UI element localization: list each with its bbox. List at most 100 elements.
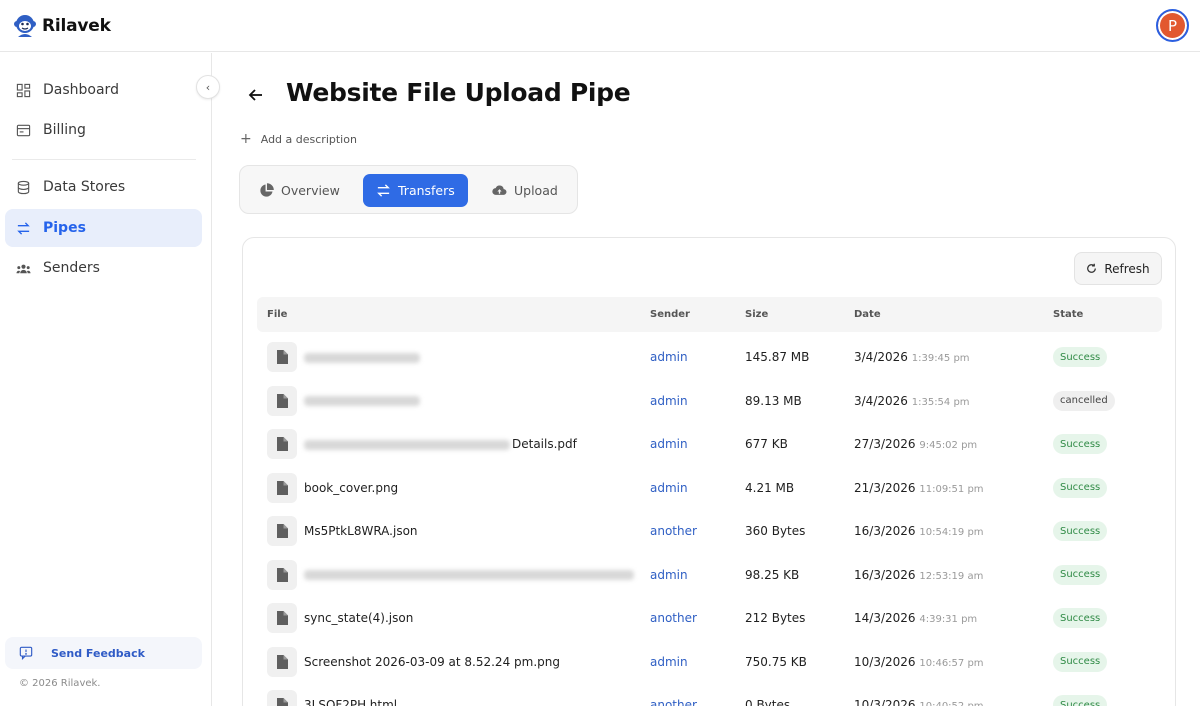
table-row[interactable]: admin 89.13 MB 3/4/2026 1:35:54 pm cancelle…: [257, 380, 1162, 423]
sender-link[interactable]: another: [650, 611, 697, 625]
feedback-icon: [19, 646, 33, 660]
file-size: 360 Bytes: [745, 524, 806, 538]
time-value: 1:39:45 pm: [911, 353, 970, 364]
sidebar: Dashboard Billing Data Stores Pipes Send…: [0, 53, 212, 706]
add-description-button[interactable]: + Add a description: [240, 131, 357, 147]
file-size: 98.25 KB: [745, 567, 800, 582]
sidebar-item-label: Dashboard: [43, 82, 119, 98]
sender-link[interactable]: admin: [650, 655, 688, 669]
table-row[interactable]: admin 145.87 MB 3/4/2026 1:39:45 pm Success: [257, 336, 1162, 379]
status-badge: Success: [1053, 564, 1108, 585]
table-row[interactable]: sync_state(4).json another 212 Bytes 14/3/2…: [257, 597, 1162, 640]
status-badge: Success: [1053, 347, 1108, 367]
column-header-file[interactable]: File: [267, 309, 287, 320]
sidebar-item-label: Data Stores: [43, 179, 126, 195]
collapse-sidebar-button[interactable]: ‹: [196, 75, 220, 99]
file-name-cell[interactable]: Ms5PtkL8WRA.json: [304, 524, 418, 538]
status-badge: Success: [1053, 477, 1108, 498]
file-icon-box: [267, 516, 297, 546]
table-row[interactable]: book_cover.png admin 4.21 MB 21/3/2026 11:0…: [257, 467, 1162, 510]
sidebar-item-dashboard[interactable]: Dashboard: [5, 71, 202, 109]
transfer-date: 16/3/2026 10:54:19 pm: [854, 524, 984, 538]
table-row[interactable]: Ms5PtkL8WRA.json another 360 Bytes 16/3/202…: [257, 510, 1162, 553]
send-feedback-button[interactable]: Send Feedback: [5, 637, 202, 669]
file-icon: [277, 393, 288, 408]
redacted-filename: [304, 439, 510, 450]
file-name-cell[interactable]: Details.pdf: [304, 437, 577, 451]
file-name-cell[interactable]: [304, 394, 422, 408]
database-icon: [17, 180, 30, 194]
sender-link[interactable]: another: [650, 698, 697, 706]
file-name-cell[interactable]: [304, 350, 422, 364]
status-badge: Success: [1053, 608, 1108, 628]
transfers-card: Refresh File Sender Size Date State admi…: [242, 237, 1176, 706]
sender-link[interactable]: another: [650, 524, 697, 538]
user-avatar[interactable]: P: [1156, 9, 1189, 42]
sidebar-item-pipes[interactable]: Pipes: [5, 209, 202, 247]
status-badge: Success: [1053, 434, 1108, 454]
column-header-size[interactable]: Size: [745, 309, 768, 320]
table-row[interactable]: 3LSQF2PH.html another 0 Bytes 10/3/2026 10:…: [257, 684, 1162, 706]
date-value: 3/4/2026: [854, 393, 908, 408]
sender-link[interactable]: admin: [650, 568, 688, 582]
file-icon-box: [267, 603, 297, 633]
add-description-label: Add a description: [260, 132, 357, 146]
file-name-cell[interactable]: book_cover.png: [304, 481, 398, 495]
redacted-filename: [304, 396, 420, 406]
sidebar-item-label: Senders: [43, 260, 100, 276]
sender-link[interactable]: admin: [650, 394, 688, 408]
file-name: 3LSQF2PH.html: [304, 698, 398, 706]
avatar-letter: P: [1167, 16, 1178, 35]
file-icon-box: [267, 342, 297, 372]
file-icon-box: [267, 559, 297, 590]
chevron-left-icon: ‹: [205, 80, 211, 94]
file-name: sync_state(4).json: [304, 611, 414, 625]
transfer-date: 16/3/2026 12:53:19 am: [854, 568, 983, 582]
sidebar-divider: [12, 159, 196, 160]
tab-upload[interactable]: Upload: [479, 174, 571, 207]
file-icon: [277, 480, 288, 495]
sender-link[interactable]: admin: [650, 437, 688, 451]
monkey-logo-icon: [14, 15, 36, 37]
date-value: 27/3/2026: [854, 437, 916, 451]
sidebar-item-label: Pipes: [43, 220, 86, 236]
time-value: 10:54:19 pm: [919, 527, 984, 538]
refresh-button[interactable]: Refresh: [1074, 252, 1162, 285]
time-value: 1:35:54 pm: [911, 396, 970, 408]
column-header-state[interactable]: State: [1053, 309, 1083, 320]
back-button[interactable]: [245, 84, 267, 106]
time-value: 10:46:57 pm: [919, 657, 984, 669]
arrow-left-icon: [248, 89, 262, 101]
file-icon: [277, 611, 288, 625]
file-name-cell[interactable]: [304, 568, 636, 582]
table-row[interactable]: admin 98.25 KB 16/3/2026 12:53:19 am Succes…: [257, 554, 1162, 597]
file-name-cell[interactable]: Screenshot 2026-03-09 at 8.52.24 pm.png: [304, 655, 560, 669]
time-value: 10:40:52 pm: [919, 701, 983, 706]
table-row[interactable]: Details.pdf admin 677 KB 27/3/2026 9:45:02 …: [257, 423, 1162, 466]
sidebar-item-senders[interactable]: Senders: [5, 249, 202, 287]
column-header-sender[interactable]: Sender: [650, 309, 690, 320]
date-value: 3/4/2026: [854, 350, 908, 364]
file-icon-box: [267, 429, 297, 459]
file-name-cell[interactable]: sync_state(4).json: [304, 611, 413, 625]
pie-chart-icon: [260, 183, 274, 197]
file-icon: [277, 698, 288, 706]
tab-transfers[interactable]: Transfers: [363, 174, 468, 207]
file-size: 212 Bytes: [745, 611, 806, 625]
table-row[interactable]: Screenshot 2026-03-09 at 8.52.24 pm.png a…: [257, 641, 1162, 684]
sidebar-item-data-stores[interactable]: Data Stores: [5, 168, 202, 206]
status-badge: Success: [1053, 521, 1108, 541]
sender-link[interactable]: admin: [650, 350, 688, 364]
column-header-date[interactable]: Date: [854, 309, 881, 320]
copyright-text: © 2026 Rilavek.: [19, 678, 101, 689]
transfer-date: 21/3/2026 11:09:51 pm: [854, 481, 984, 495]
status-badge: Success: [1053, 651, 1108, 672]
brand[interactable]: Rilavek: [14, 13, 111, 39]
status-badge: Success: [1053, 695, 1108, 706]
file-name-cell[interactable]: 3LSQF2PH.html: [304, 698, 397, 706]
sidebar-item-billing[interactable]: Billing: [5, 111, 202, 149]
sender-link[interactable]: admin: [650, 481, 688, 495]
tab-label: Transfers: [398, 183, 455, 198]
tab-overview[interactable]: Overview: [246, 174, 353, 207]
tab-label: Overview: [281, 183, 340, 198]
